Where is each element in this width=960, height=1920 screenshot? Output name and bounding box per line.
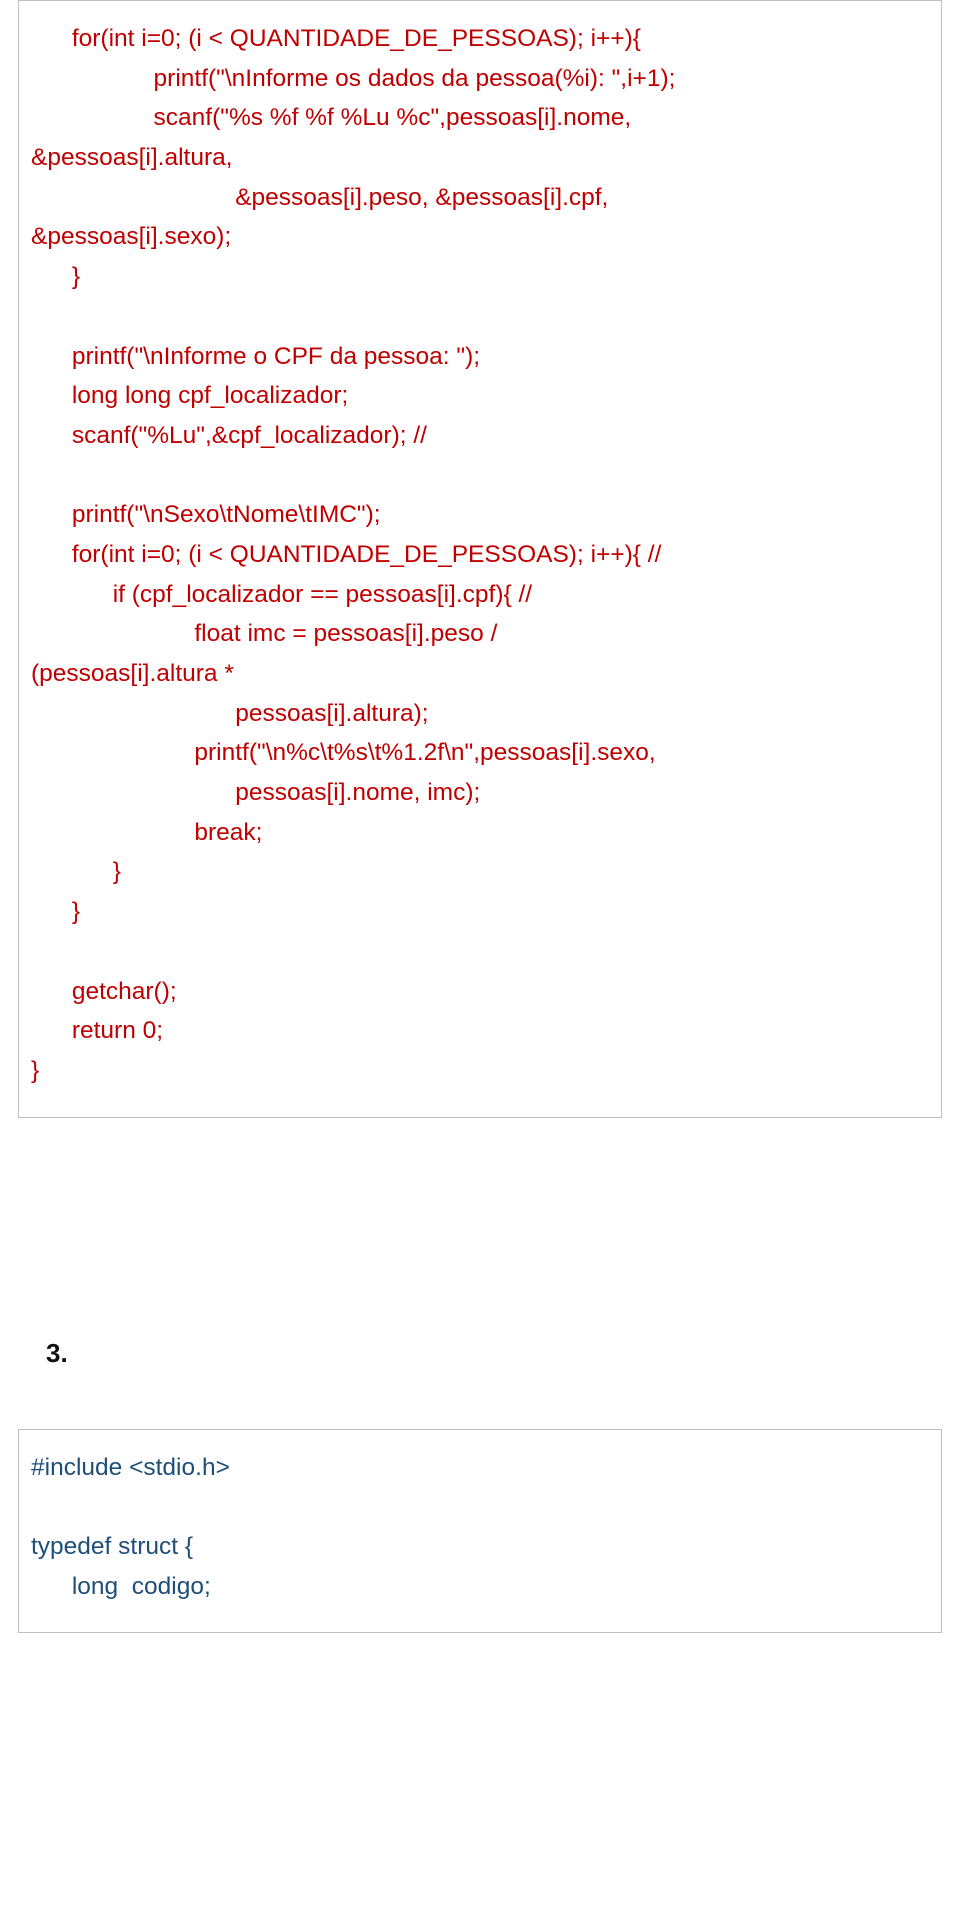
code-block-1: for(int i=0; (i < QUANTIDADE_DE_PESSOAS)…	[18, 0, 942, 1118]
document-page: for(int i=0; (i < QUANTIDADE_DE_PESSOAS)…	[0, 0, 960, 1920]
code-block-2: #include <stdio.h> typedef struct { long…	[18, 1429, 942, 1634]
code-text-2: #include <stdio.h> typedef struct { long…	[31, 1448, 929, 1607]
code-text-1: for(int i=0; (i < QUANTIDADE_DE_PESSOAS)…	[31, 19, 929, 1091]
section-number: 3.	[46, 1338, 942, 1369]
